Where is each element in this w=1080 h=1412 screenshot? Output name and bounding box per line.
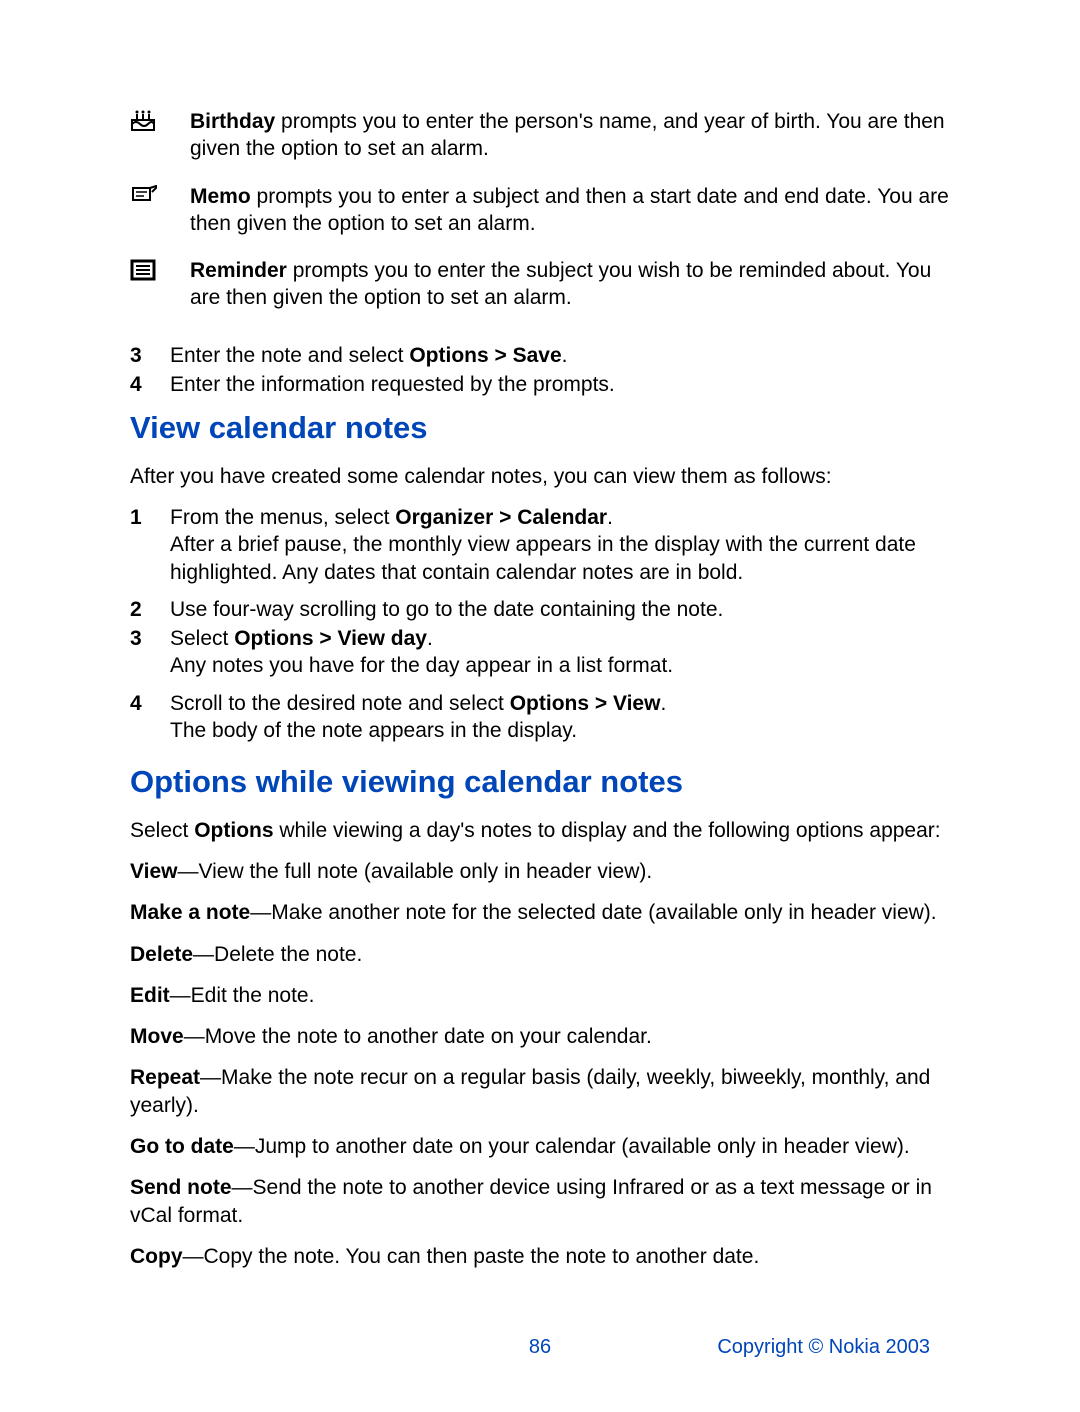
step-number: 1: [130, 504, 170, 531]
step-bold: Options > View day: [234, 627, 427, 650]
step-bold: Organizer > Calendar: [395, 506, 607, 529]
step-post: .: [660, 692, 666, 715]
step-number: 4: [130, 690, 170, 717]
step-line2: The body of the note appears in the disp…: [170, 719, 577, 742]
option-copy: Copy—Copy the note. You can then paste t…: [130, 1243, 950, 1270]
option-label: Move: [130, 1025, 184, 1048]
intro2-pre: Select: [130, 819, 194, 842]
step-number: 4: [130, 371, 170, 398]
option-send: Send note—Send the note to another devic…: [130, 1174, 950, 1229]
step-4a: 4 Enter the information requested by the…: [130, 371, 950, 398]
option-label: Send note: [130, 1176, 232, 1199]
option-label: Edit: [130, 984, 170, 1007]
option-label: View: [130, 860, 177, 883]
option-goto: Go to date—Jump to another date on your …: [130, 1133, 950, 1160]
heading-options-viewing: Options while viewing calendar notes: [130, 762, 950, 802]
step-post: .: [562, 344, 568, 367]
intro-paragraph: After you have created some calendar not…: [130, 463, 950, 490]
birthday-desc: prompts you to enter the person's name, …: [190, 110, 945, 160]
step-text: Enter the information requested by the p…: [170, 371, 950, 398]
birthday-label: Birthday: [190, 110, 275, 133]
step-line2: After a brief pause, the monthly view ap…: [170, 533, 916, 583]
option-delete: Delete—Delete the note.: [130, 941, 950, 968]
step-number: 2: [130, 596, 170, 623]
option-desc: —Make the note recur on a regular basis …: [130, 1066, 930, 1116]
option-desc: —Jump to another date on your calendar (…: [234, 1135, 910, 1158]
step-3a: 3 Enter the note and select Options > Sa…: [130, 342, 950, 369]
option-desc: —Edit the note.: [170, 984, 315, 1007]
step-number: 3: [130, 625, 170, 652]
option-label: Go to date: [130, 1135, 234, 1158]
view-step-1: 1 From the menus, select Organizer > Cal…: [130, 504, 950, 586]
option-make: Make a note—Make another note for the se…: [130, 899, 950, 926]
intro2-paragraph: Select Options while viewing a day's not…: [130, 817, 950, 844]
view-step-3: 3 Select Options > View day. Any notes y…: [130, 625, 950, 680]
option-edit: Edit—Edit the note.: [130, 982, 950, 1009]
reminder-desc: prompts you to enter the subject you wis…: [190, 259, 931, 309]
reminder-icon: [130, 257, 190, 288]
note-type-birthday: Birthday prompts you to enter the person…: [130, 108, 950, 163]
option-desc: —Move the note to another date on your c…: [184, 1025, 652, 1048]
option-desc: —Make another note for the selected date…: [250, 901, 936, 924]
intro2-bold: Options: [194, 819, 273, 842]
option-label: Delete: [130, 943, 193, 966]
option-desc: —Send the note to another device using I…: [130, 1176, 932, 1226]
note-type-memo: Memo prompts you to enter a subject and …: [130, 183, 950, 238]
birthday-icon: [130, 108, 190, 139]
step-text: Enter the note and select: [170, 344, 409, 367]
memo-desc: prompts you to enter a subject and then …: [190, 185, 949, 235]
option-view: View—View the full note (available only …: [130, 858, 950, 885]
option-repeat: Repeat—Make the note recur on a regular …: [130, 1064, 950, 1119]
option-label: Copy: [130, 1245, 183, 1268]
view-step-4: 4 Scroll to the desired note and select …: [130, 690, 950, 745]
step-bold: Options > Save: [409, 344, 561, 367]
option-desc: —Delete the note.: [193, 943, 362, 966]
step-text: From the menus, select: [170, 506, 395, 529]
view-step-2: 2 Use four-way scrolling to go to the da…: [130, 596, 950, 623]
manual-page: Birthday prompts you to enter the person…: [0, 0, 1080, 1412]
step-text: Select: [170, 627, 234, 650]
intro2-post: while viewing a day's notes to display a…: [274, 819, 941, 842]
note-type-reminder: Reminder prompts you to enter the subjec…: [130, 257, 950, 312]
step-text: Scroll to the desired note and select: [170, 692, 510, 715]
option-move: Move—Move the note to another date on yo…: [130, 1023, 950, 1050]
step-line2: Any notes you have for the day appear in…: [170, 654, 673, 677]
step-post: .: [607, 506, 613, 529]
option-desc: —View the full note (available only in h…: [177, 860, 652, 883]
copyright: Copyright © Nokia 2003: [717, 1334, 930, 1360]
step-text: Use four-way scrolling to go to the date…: [170, 596, 950, 623]
reminder-label: Reminder: [190, 259, 287, 282]
option-desc: —Copy the note. You can then paste the n…: [183, 1245, 760, 1268]
heading-view-calendar-notes: View calendar notes: [130, 408, 950, 448]
option-label: Make a note: [130, 901, 250, 924]
memo-icon: [130, 183, 190, 210]
memo-label: Memo: [190, 185, 251, 208]
option-label: Repeat: [130, 1066, 200, 1089]
step-number: 3: [130, 342, 170, 369]
step-bold: Options > View: [510, 692, 661, 715]
step-post: .: [427, 627, 433, 650]
